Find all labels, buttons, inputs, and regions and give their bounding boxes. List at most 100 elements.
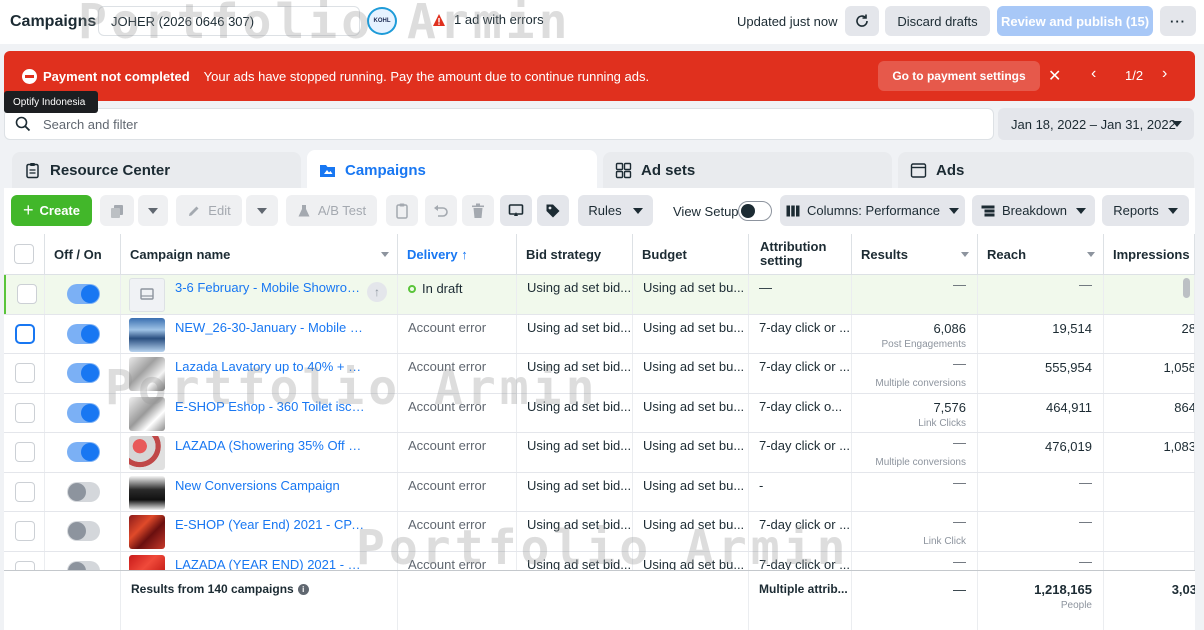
preview-button[interactable] — [500, 195, 532, 226]
column-header-impressions[interactable]: Impressions — [1104, 234, 1195, 275]
table-cell — [45, 354, 121, 393]
breakdown-button[interactable]: Breakdown — [972, 195, 1095, 226]
footer-reach: 1,218,165 — [1034, 582, 1092, 597]
close-icon[interactable]: ✕ — [1048, 66, 1061, 86]
tab-campaigns[interactable]: Campaigns — [307, 150, 597, 190]
table-row[interactable]: E-SHOP Eshop - 360 Toilet iscoun... Accou… — [4, 393, 1195, 433]
chevron-left-icon[interactable]: ‹ — [1091, 65, 1096, 83]
columns-button[interactable]: Columns: Performance — [780, 195, 965, 226]
table-row[interactable]: E-SHOP (Year End) 2021 - CPAS - FB ... Ac… — [4, 512, 1195, 552]
bid-strategy: Using ad set bid... — [527, 280, 632, 295]
account-logo: KOHL — [367, 7, 397, 35]
status-toggle[interactable] — [67, 402, 100, 423]
table-row[interactable]: LAZADA (Showering 35% Off + 5% ex... Acco… — [4, 433, 1195, 473]
table-cell: 864 — [1104, 393, 1195, 432]
table-footer: Results from 140 campaigns i Multiple att… — [4, 570, 1195, 630]
status-toggle[interactable] — [67, 521, 100, 541]
edit-button[interactable]: Edit — [176, 195, 242, 226]
tab-resource-center[interactable]: Resource Center — [12, 152, 301, 188]
campaign-name-link[interactable]: NEW_26-30-January - Mobile Showro... — [175, 320, 367, 335]
column-header-offon[interactable]: Off / On — [45, 234, 121, 275]
duplicate-button[interactable] — [100, 195, 134, 226]
results-value: — — [953, 514, 966, 529]
create-button[interactable]: + Create — [11, 195, 92, 226]
review-publish-button[interactable]: Review and publish (15) — [997, 6, 1153, 36]
upload-icon[interactable]: ↑ — [367, 282, 387, 302]
status-toggle[interactable] — [67, 363, 100, 383]
payment-settings-button[interactable]: Go to payment settings — [878, 61, 1040, 91]
campaign-name-link[interactable]: New Conversions Campaign — [175, 478, 367, 493]
row-checkbox[interactable] — [15, 521, 35, 541]
column-header-reach[interactable]: Reach — [978, 234, 1104, 275]
chevron-down-icon — [1076, 207, 1087, 214]
tab-ad-sets[interactable]: Ad sets — [603, 152, 892, 188]
ad-thumbnail — [129, 436, 165, 470]
campaign-name-link[interactable]: 3-6 February - Mobile Showroom... — [175, 280, 367, 295]
campaign-name-link[interactable]: LAZADA (Showering 35% Off + 5% ex... — [175, 438, 367, 453]
column-header-bid-strategy[interactable]: Bid strategy — [517, 234, 633, 275]
row-checkbox[interactable] — [15, 402, 35, 423]
status-toggle[interactable] — [67, 323, 100, 344]
table-cell — [45, 472, 121, 511]
edit-dropdown[interactable] — [246, 195, 278, 226]
view-setup-toggle[interactable] — [738, 201, 772, 221]
duplicate-dropdown[interactable] — [138, 195, 168, 226]
pencil-icon — [189, 206, 199, 216]
table-cell: 7-day click or ... — [749, 314, 852, 353]
chevron-right-icon[interactable]: › — [1162, 65, 1167, 83]
table-cell: — — [978, 275, 1104, 314]
status-toggle[interactable] — [67, 481, 100, 502]
table-cell: 555,954 — [978, 354, 1104, 393]
row-checkbox[interactable] — [15, 442, 35, 462]
column-header-attribution[interactable]: Attribution setting — [749, 234, 852, 275]
row-checkbox[interactable] — [15, 363, 35, 383]
date-range-picker[interactable]: Jan 18, 2022 – Jan 31, 2022 — [998, 108, 1194, 140]
info-icon[interactable]: i — [297, 584, 309, 595]
search-input[interactable] — [43, 116, 943, 132]
status-toggle[interactable] — [67, 284, 100, 304]
rules-button[interactable]: Rules — [578, 195, 653, 226]
campaign-name-link[interactable]: Lazada Lavatory up to 40% + 5% extr... — [175, 359, 367, 374]
discard-drafts-button[interactable]: Discard drafts — [885, 6, 990, 36]
chevron-down-icon — [257, 207, 267, 214]
column-header-budget[interactable]: Budget — [633, 234, 749, 275]
clipboard-button[interactable] — [386, 195, 418, 226]
campaign-name-link[interactable]: E-SHOP Eshop - 360 Toilet iscoun... — [175, 399, 367, 414]
table-row[interactable]: 3-6 February - Mobile Showroom... ↑ In dra… — [4, 275, 1195, 315]
footer-cell: Results from 140 campaigns i — [121, 571, 398, 630]
search-bar[interactable] — [4, 108, 994, 140]
row-checkbox[interactable] — [15, 481, 35, 502]
attribution-setting: 7-day click or ... — [759, 438, 851, 453]
table-cell: 7-day click or ... — [749, 433, 852, 472]
folder-icon — [320, 164, 335, 177]
status-toggle[interactable] — [67, 442, 100, 462]
table-row[interactable]: NEW_26-30-January - Mobile Showro... Acco… — [4, 314, 1195, 354]
campaign-name-link[interactable]: E-SHOP (Year End) 2021 - CPAS - FB ... — [175, 517, 367, 532]
vertical-scrollbar[interactable] — [1183, 278, 1190, 298]
refresh-icon — [856, 14, 868, 27]
column-header-delivery[interactable]: Delivery ↑ — [398, 234, 517, 275]
column-header-name[interactable]: Campaign name — [121, 234, 398, 275]
row-checkbox[interactable] — [15, 323, 35, 344]
tab-label: Resource Center — [50, 161, 171, 179]
tab-ads[interactable]: Ads — [898, 152, 1194, 188]
refresh-button[interactable] — [845, 6, 879, 36]
more-options-button[interactable]: ··· — [1160, 6, 1196, 36]
account-selector[interactable]: JOHER (2026 0646 307) — [98, 6, 360, 36]
column-header-results[interactable]: Results — [852, 234, 978, 275]
errors-indicator[interactable]: 1 ad with errors — [432, 12, 544, 27]
footer-impressions: 3,03 — [1171, 582, 1195, 597]
row-checkbox[interactable] — [17, 284, 37, 304]
ab-test-button[interactable]: A/B Test — [286, 195, 377, 226]
table-row[interactable]: New Conversions Campaign Account error Usi… — [4, 472, 1195, 512]
table-cell: Using ad set bu... — [633, 393, 749, 432]
results-type: Multiple conversions — [875, 378, 966, 389]
reports-button[interactable]: Reports — [1102, 195, 1189, 226]
delete-button[interactable] — [462, 195, 494, 226]
clipboard-icon — [396, 203, 408, 219]
select-all-checkbox[interactable] — [14, 244, 34, 264]
undo-button[interactable] — [425, 195, 457, 226]
table-cell: — — [978, 512, 1104, 551]
tag-button[interactable] — [537, 195, 569, 226]
table-row[interactable]: Lazada Lavatory up to 40% + 5% extr... Ac… — [4, 354, 1195, 394]
